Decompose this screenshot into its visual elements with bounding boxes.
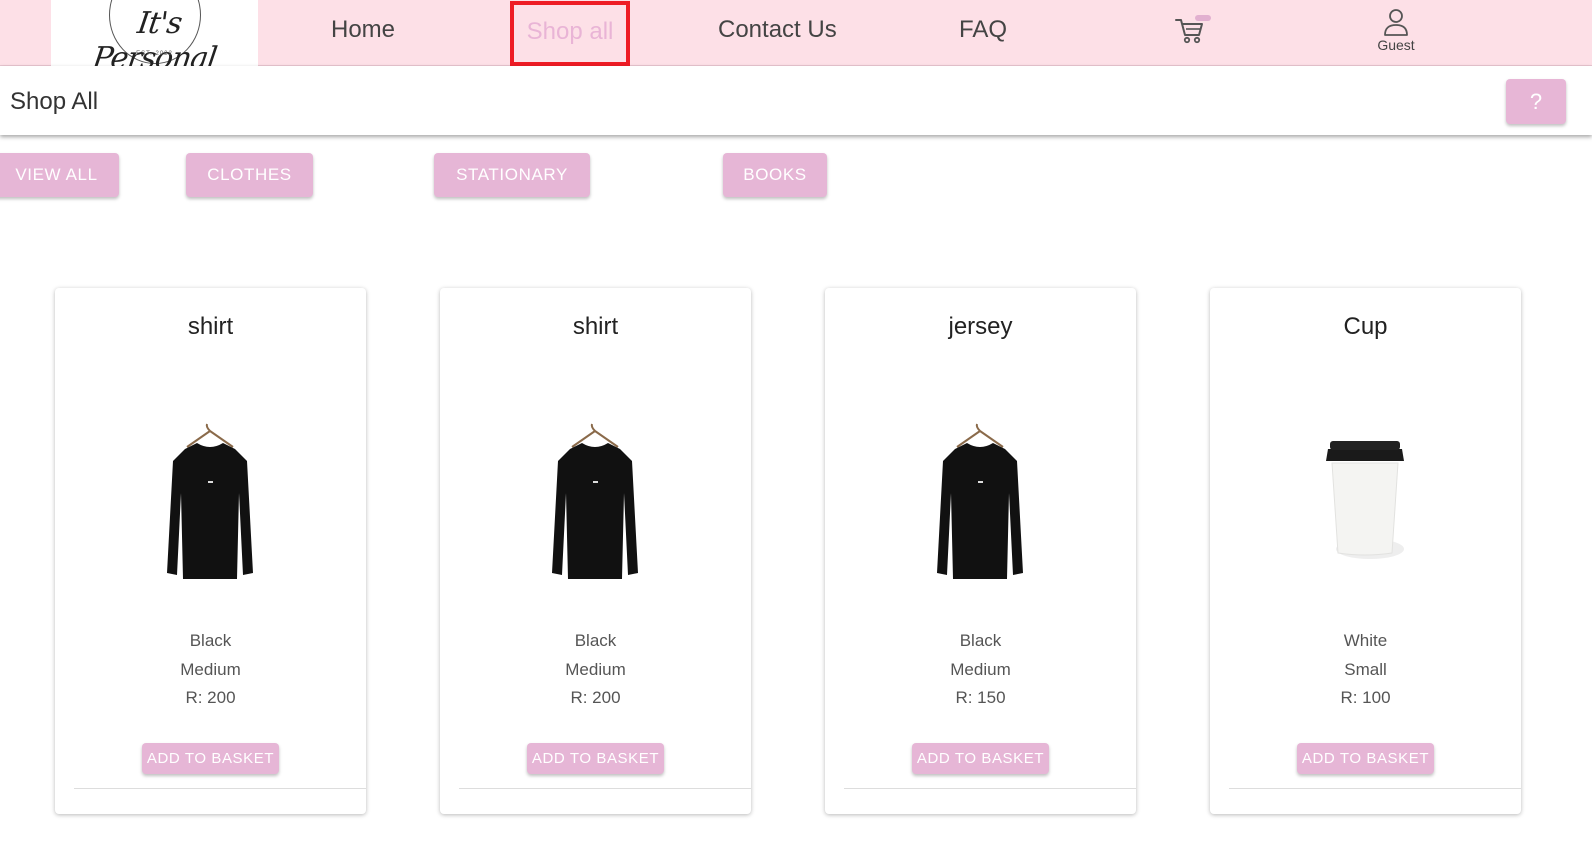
add-to-basket-button[interactable]: ADD TO BASKET	[1297, 743, 1434, 774]
card-divider	[1229, 788, 1521, 789]
product-color: Black	[959, 631, 1002, 650]
add-to-basket-button[interactable]: ADD TO BASKET	[142, 743, 279, 774]
product-price: R: 100	[1340, 688, 1391, 707]
product-card: shirt Black Medium R: 200 ADD TO BASKET	[55, 288, 366, 814]
logo-est-text: EST. 2022	[136, 51, 173, 57]
filter-clothes-button[interactable]: CLOTHES	[186, 153, 313, 197]
product-name: jersey	[948, 313, 1013, 340]
filter-books-button[interactable]: BOOKS	[723, 153, 827, 197]
help-button[interactable]: ?	[1506, 79, 1566, 124]
product-price: R: 200	[185, 688, 236, 707]
nav-link-home[interactable]: Home	[331, 16, 395, 44]
user-icon	[1384, 9, 1408, 36]
top-navbar: It's Personal EST. 2022 Home Shop all Co…	[0, 0, 1592, 66]
card-divider	[459, 788, 751, 789]
product-size: Medium	[565, 660, 626, 679]
brand-logo[interactable]: It's Personal EST. 2022	[51, 0, 258, 66]
page-header-bar: Shop All ?	[0, 66, 1592, 135]
nav-link-contact-us[interactable]: Contact Us	[718, 16, 837, 44]
page-title: Shop All	[10, 88, 99, 115]
product-size: Medium	[950, 660, 1011, 679]
nav-link-shop-all[interactable]: Shop all	[510, 1, 630, 66]
product-card: Cup White Small R: 100 ADD TO BASKET	[1210, 288, 1521, 814]
card-divider	[74, 788, 366, 789]
product-card: shirt Black Medium R: 200 ADD TO BASKET	[440, 288, 751, 814]
product-color: Black	[189, 631, 232, 650]
product-name: Cup	[1343, 313, 1388, 340]
product-color: Black	[574, 631, 617, 650]
add-to-basket-button[interactable]: ADD TO BASKET	[912, 743, 1049, 774]
logo-script-text: It's Personal	[90, 6, 219, 66]
product-name: shirt	[572, 313, 619, 340]
product-name: shirt	[187, 313, 234, 340]
cart-count-badge	[1195, 15, 1211, 21]
user-label: Guest	[1377, 37, 1415, 53]
product-image-shirt	[905, 423, 1055, 593]
add-to-basket-button[interactable]: ADD TO BASKET	[527, 743, 664, 774]
filter-view-all-button[interactable]: VIEW ALL	[0, 153, 119, 197]
product-color: White	[1343, 631, 1388, 650]
product-size: Small	[1344, 660, 1387, 679]
product-price: R: 200	[570, 688, 621, 707]
product-size: Medium	[180, 660, 241, 679]
product-image-shirt	[135, 423, 285, 593]
filter-stationary-button[interactable]: STATIONARY	[434, 153, 590, 197]
user-account-button[interactable]: Guest	[1374, 7, 1418, 59]
product-image-cup	[1290, 423, 1440, 593]
card-divider	[844, 788, 1136, 789]
product-card: jersey Black Medium R: 150 ADD TO BASKET	[825, 288, 1136, 814]
nav-link-faq[interactable]: FAQ	[959, 16, 1007, 44]
product-price: R: 150	[955, 688, 1006, 707]
product-image-shirt	[520, 423, 670, 593]
